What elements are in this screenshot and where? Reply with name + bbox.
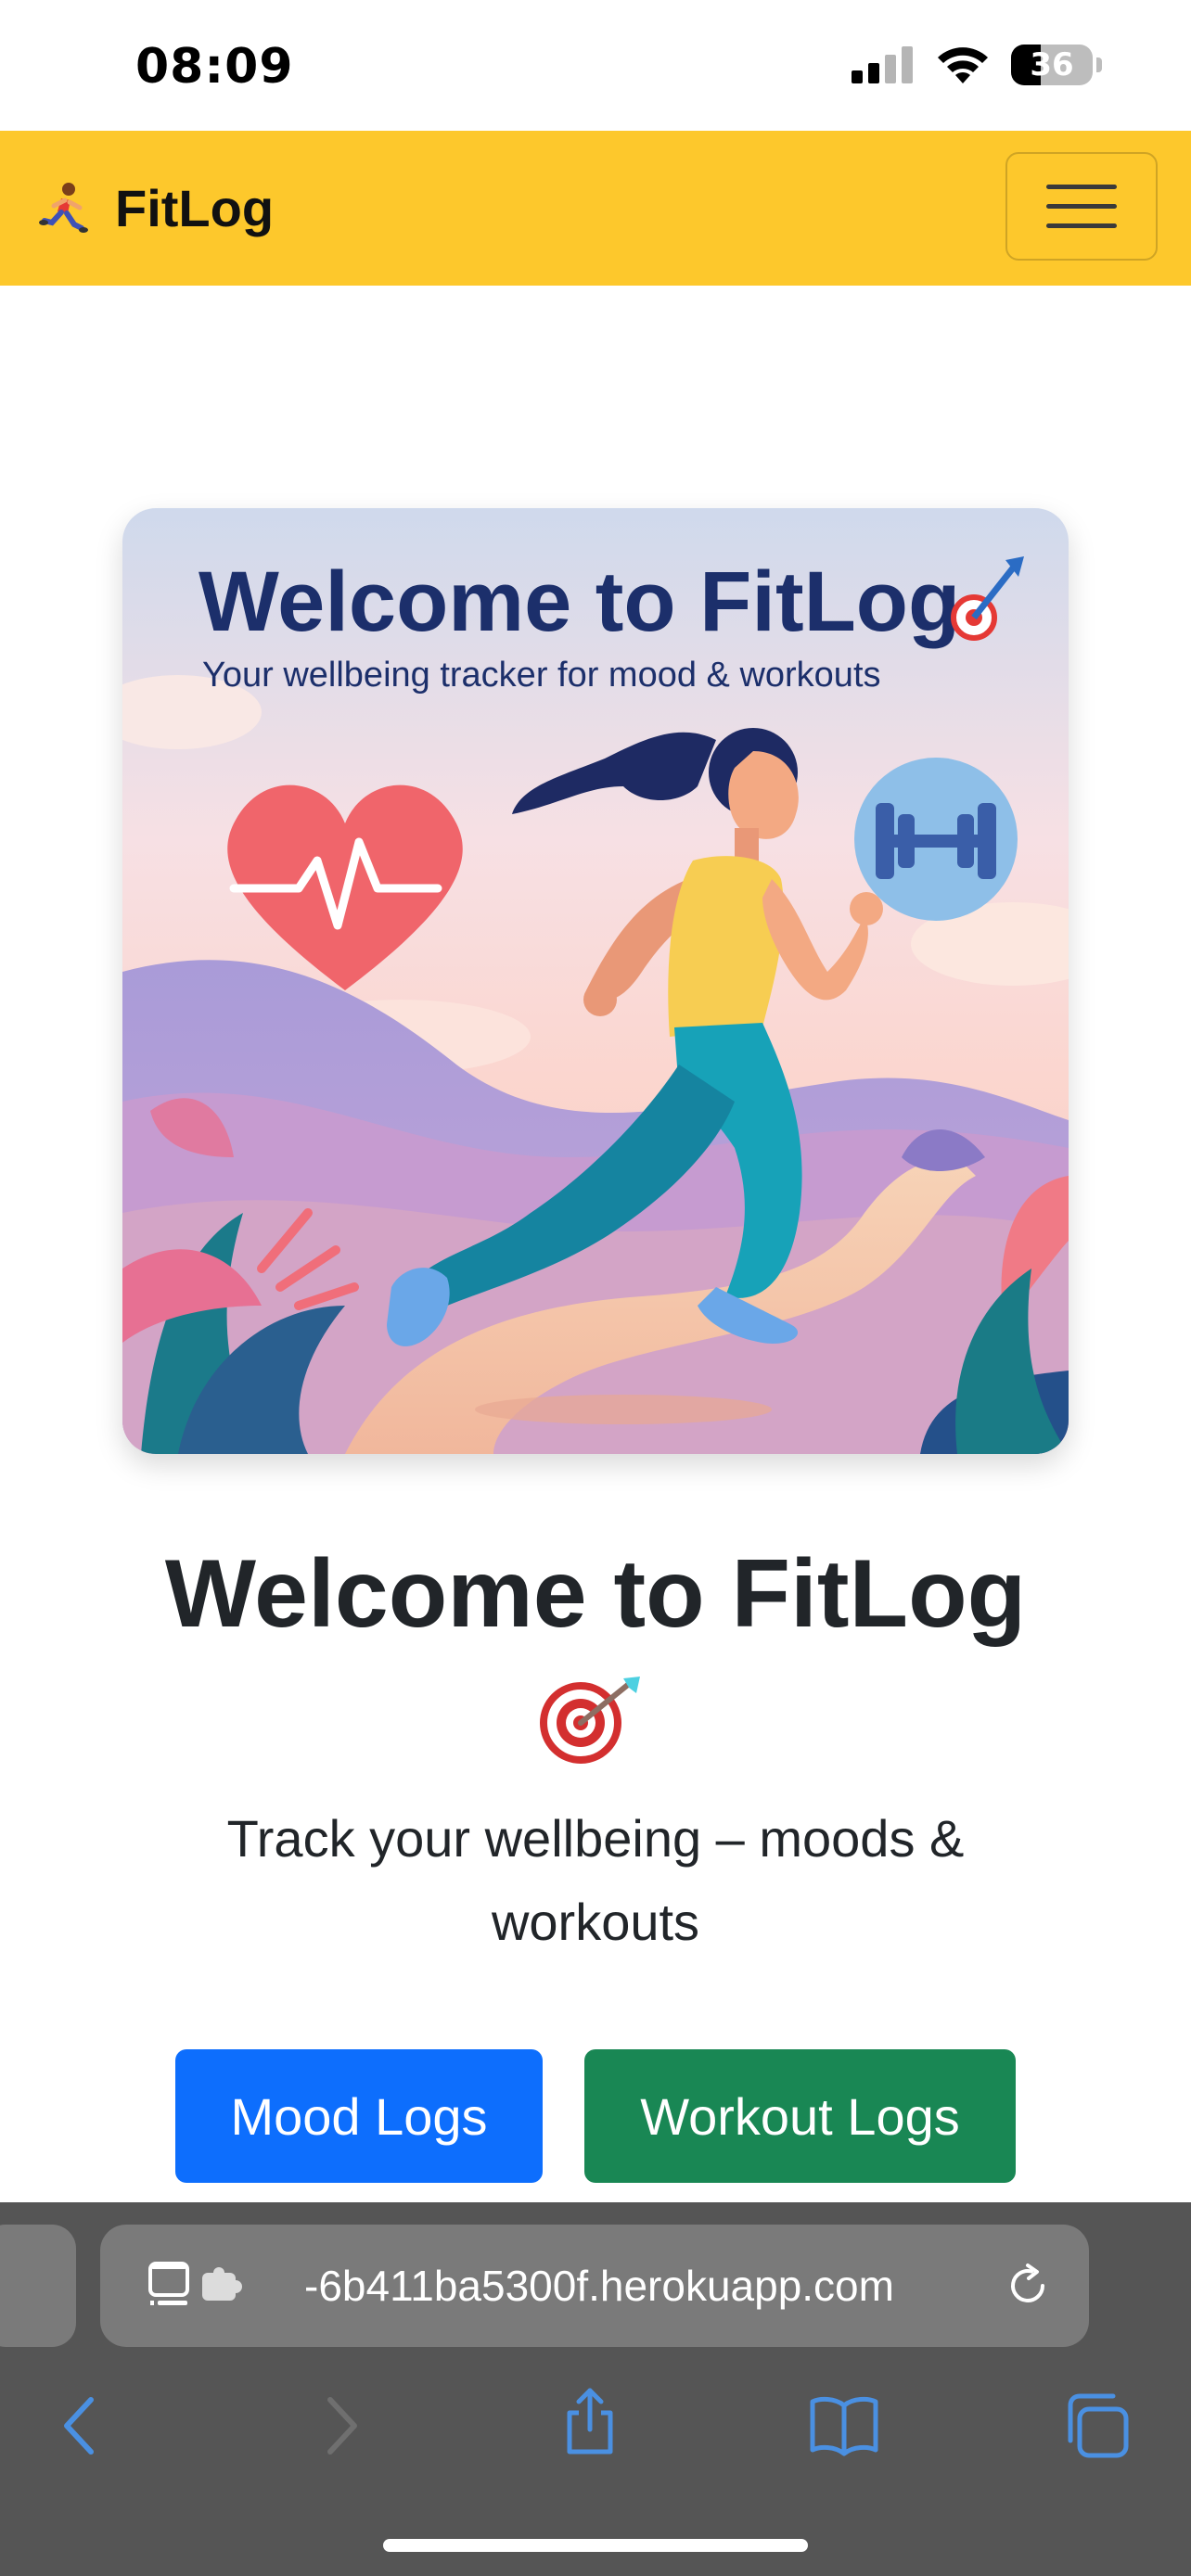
mood-logs-button[interactable]: Mood Logs xyxy=(175,2049,543,2183)
status-time: 08:09 xyxy=(135,39,294,95)
status-icons: 36 xyxy=(852,45,1102,85)
page-title: Welcome to FitLog xyxy=(164,1540,1027,1648)
wifi-icon xyxy=(938,47,988,83)
reader-extension-icons[interactable] xyxy=(148,2260,260,2312)
home-indicator[interactable] xyxy=(383,2539,808,2552)
battery-cap xyxy=(1096,57,1102,72)
browser-toolbar: -6b411ba5300f.herokuapp.com xyxy=(0,2202,1191,2576)
bookmarks-icon[interactable] xyxy=(807,2389,881,2463)
workout-logs-button[interactable]: Workout Logs xyxy=(584,2049,1016,2183)
hamburger-icon-line xyxy=(1046,223,1117,228)
brand-name: FitLog xyxy=(115,179,275,237)
forward-icon[interactable] xyxy=(302,2389,377,2463)
hamburger-icon-line xyxy=(1046,185,1117,189)
tabs-icon[interactable] xyxy=(1059,2389,1133,2463)
menu-toggle-button[interactable] xyxy=(1005,152,1158,261)
address-bar[interactable]: -6b411ba5300f.herokuapp.com xyxy=(100,2225,1089,2347)
cellular-signal-icon xyxy=(852,46,913,83)
previous-tab-preview[interactable] xyxy=(0,2225,76,2347)
hero-subtitle: Your wellbeing tracker for mood & workou… xyxy=(202,656,881,695)
status-bar: 08:09 36 xyxy=(0,0,1191,131)
hero-illustration: Welcome to FitLog Your wellbeing tracker… xyxy=(122,508,1069,1454)
back-icon[interactable] xyxy=(45,2389,119,2463)
runner-icon xyxy=(39,182,88,233)
tagline: Track your wellbeing – moods & workouts xyxy=(226,1809,965,1951)
page: 08:09 36 FitLog Welcome to FitLog Your w… xyxy=(0,0,1191,2576)
hero-title: Welcome to FitLog xyxy=(198,555,960,649)
navbar: FitLog xyxy=(0,131,1191,286)
navbar-brand[interactable]: FitLog xyxy=(37,131,274,286)
reload-icon[interactable] xyxy=(1004,2262,1052,2310)
url-text[interactable]: -6b411ba5300f.herokuapp.com xyxy=(304,2225,894,2347)
battery-icon: 36 xyxy=(1011,45,1093,85)
target-dart-icon xyxy=(540,1677,640,1764)
dumbbell-icon xyxy=(854,758,1018,921)
hamburger-icon-line xyxy=(1046,204,1117,209)
share-icon[interactable] xyxy=(553,2385,627,2459)
hero-image: Welcome to FitLog Your wellbeing tracker… xyxy=(122,508,1069,1454)
battery-level: 36 xyxy=(1030,46,1074,83)
